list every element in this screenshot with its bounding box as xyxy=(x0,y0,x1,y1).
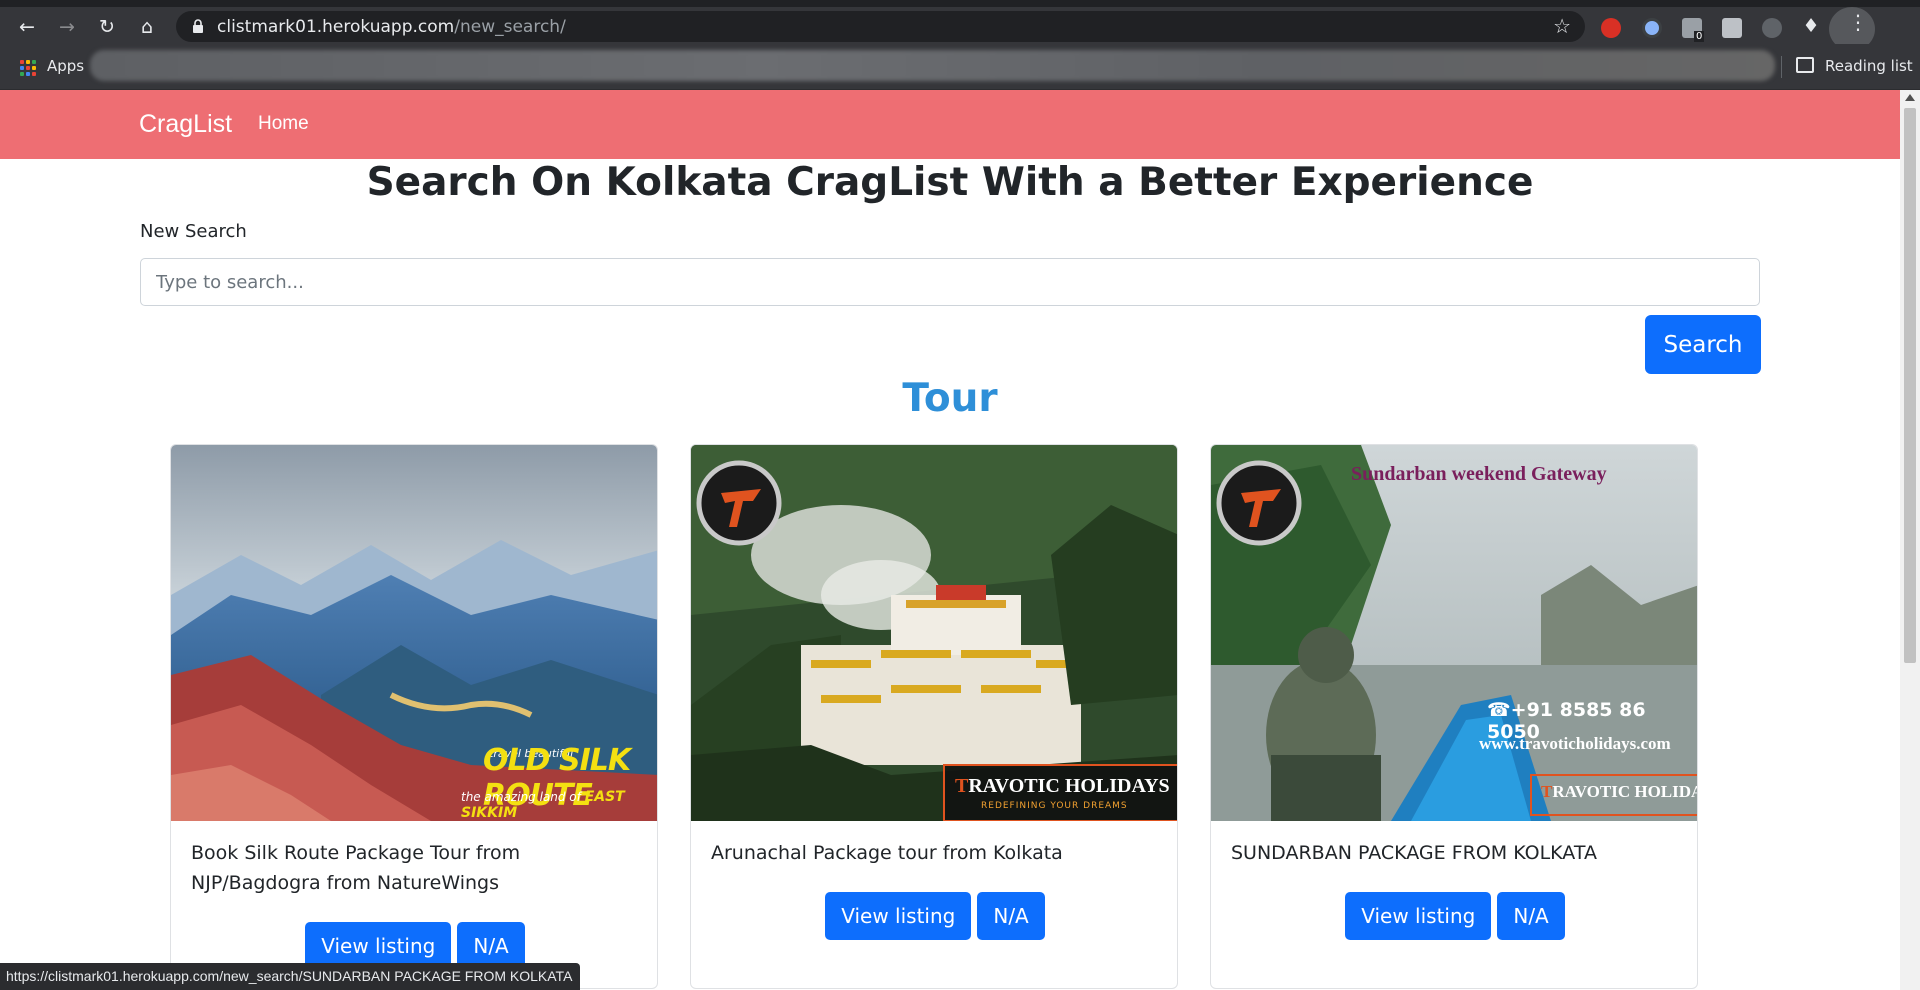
listing-card: travel beautiful OLD SILK ROUTE the amaz… xyxy=(170,444,658,989)
bookmark-star-icon[interactable]: ☆ xyxy=(1553,14,1571,38)
search-label: New Search xyxy=(140,221,247,242)
view-listing-button[interactable]: View listing xyxy=(825,892,972,940)
home-icon[interactable]: ⌂ xyxy=(134,14,160,40)
listing-image-arunachal[interactable]: TRAVOTIC HOLIDAYS REDEFINING YOUR DREAMS xyxy=(691,445,1177,821)
extension-gray-icon[interactable] xyxy=(1722,18,1742,38)
menu-kebab-icon[interactable]: ⋮ xyxy=(1848,10,1868,34)
extensions-puzzle-icon[interactable]: ♦ xyxy=(1798,13,1824,39)
page-viewport: CragList Home Search On Kolkata CragList… xyxy=(0,90,1900,990)
overlay-banner-text: Sundarban weekend Gateway xyxy=(1351,463,1607,485)
search-button[interactable]: Search xyxy=(1645,315,1761,374)
page-scrollbar[interactable] xyxy=(1900,90,1920,990)
listing-card: Sundarban weekend Gateway ☎+91 8585 86 5… xyxy=(1210,444,1698,989)
site-navbar: CragList Home xyxy=(0,90,1900,159)
overlay-tagline-text: REDEFINING YOUR DREAMS xyxy=(981,801,1128,811)
listing-image-silk-route[interactable]: travel beautiful OLD SILK ROUTE the amaz… xyxy=(171,445,657,821)
listing-image-sundarban[interactable]: Sundarban weekend Gateway ☎+91 8585 86 5… xyxy=(1211,445,1697,821)
overlay-sub-text: the amazing land of EAST SIKKIM xyxy=(461,789,625,821)
overlay-website-text: www.travoticholidays.com xyxy=(1479,734,1671,753)
link-status-bar: https://clistmark01.herokuapp.com/new_se… xyxy=(0,963,581,990)
search-input[interactable] xyxy=(140,258,1760,306)
scrollbar-thumb[interactable] xyxy=(1904,108,1916,663)
listing-actions: View listing N/A xyxy=(691,892,1177,940)
bookmarks-divider xyxy=(1781,56,1782,78)
extension-moon-icon[interactable] xyxy=(1762,18,1782,38)
extension-block-icon[interactable] xyxy=(1642,18,1662,38)
page-title: Search On Kolkata CragList With a Better… xyxy=(366,160,1534,205)
overlay-brand-text: TRAVOTIC HOLIDAYS xyxy=(955,775,1170,797)
listing-title: SUNDARBAN PACKAGE FROM KOLKATA xyxy=(1231,842,1597,864)
url-text[interactable]: clistmark01.herokuapp.com/new_search/ xyxy=(217,17,566,37)
address-bar[interactable]: clistmark01.herokuapp.com/new_search/ ☆ xyxy=(176,11,1585,42)
apps-link[interactable]: Apps xyxy=(47,57,84,75)
forward-icon[interactable]: → xyxy=(54,14,80,40)
price-button[interactable]: N/A xyxy=(977,892,1045,940)
apps-grid-icon[interactable] xyxy=(20,60,36,76)
lock-icon[interactable] xyxy=(192,19,204,33)
scroll-up-arrow-icon[interactable] xyxy=(1905,94,1915,101)
browser-toolbar: ← → ↻ ⌂ clistmark01.herokuapp.com/new_se… xyxy=(0,7,1920,51)
view-listing-button[interactable]: View listing xyxy=(1345,892,1492,940)
bookmarks-blurred xyxy=(90,50,1775,81)
listing-title: Arunachal Package tour from Kolkata xyxy=(711,842,1063,864)
navbar-brand[interactable]: CragList xyxy=(139,110,232,139)
price-button[interactable]: N/A xyxy=(1497,892,1565,940)
reading-list-link[interactable]: Reading list xyxy=(1825,57,1913,75)
listing-title: Book Silk Route Package Tour from NJP/Ba… xyxy=(191,842,521,894)
section-title-tour: Tour xyxy=(902,376,998,421)
listing-actions: View listing N/A xyxy=(1211,892,1697,940)
overlay-brand-text: TRAVOTIC HOLIDAYS xyxy=(1541,782,1697,801)
extension-badge: 0 xyxy=(1694,31,1705,42)
browser-tab-strip xyxy=(0,0,1920,7)
listing-card: TRAVOTIC HOLIDAYS REDEFINING YOUR DREAMS… xyxy=(690,444,1178,989)
bookmarks-bar: Apps Reading list xyxy=(0,44,1920,90)
back-icon[interactable]: ← xyxy=(14,14,40,40)
nav-home-link[interactable]: Home xyxy=(258,113,309,135)
reading-list-icon[interactable] xyxy=(1796,57,1814,73)
reload-icon[interactable]: ↻ xyxy=(94,14,120,40)
extension-red-icon[interactable] xyxy=(1601,18,1621,38)
